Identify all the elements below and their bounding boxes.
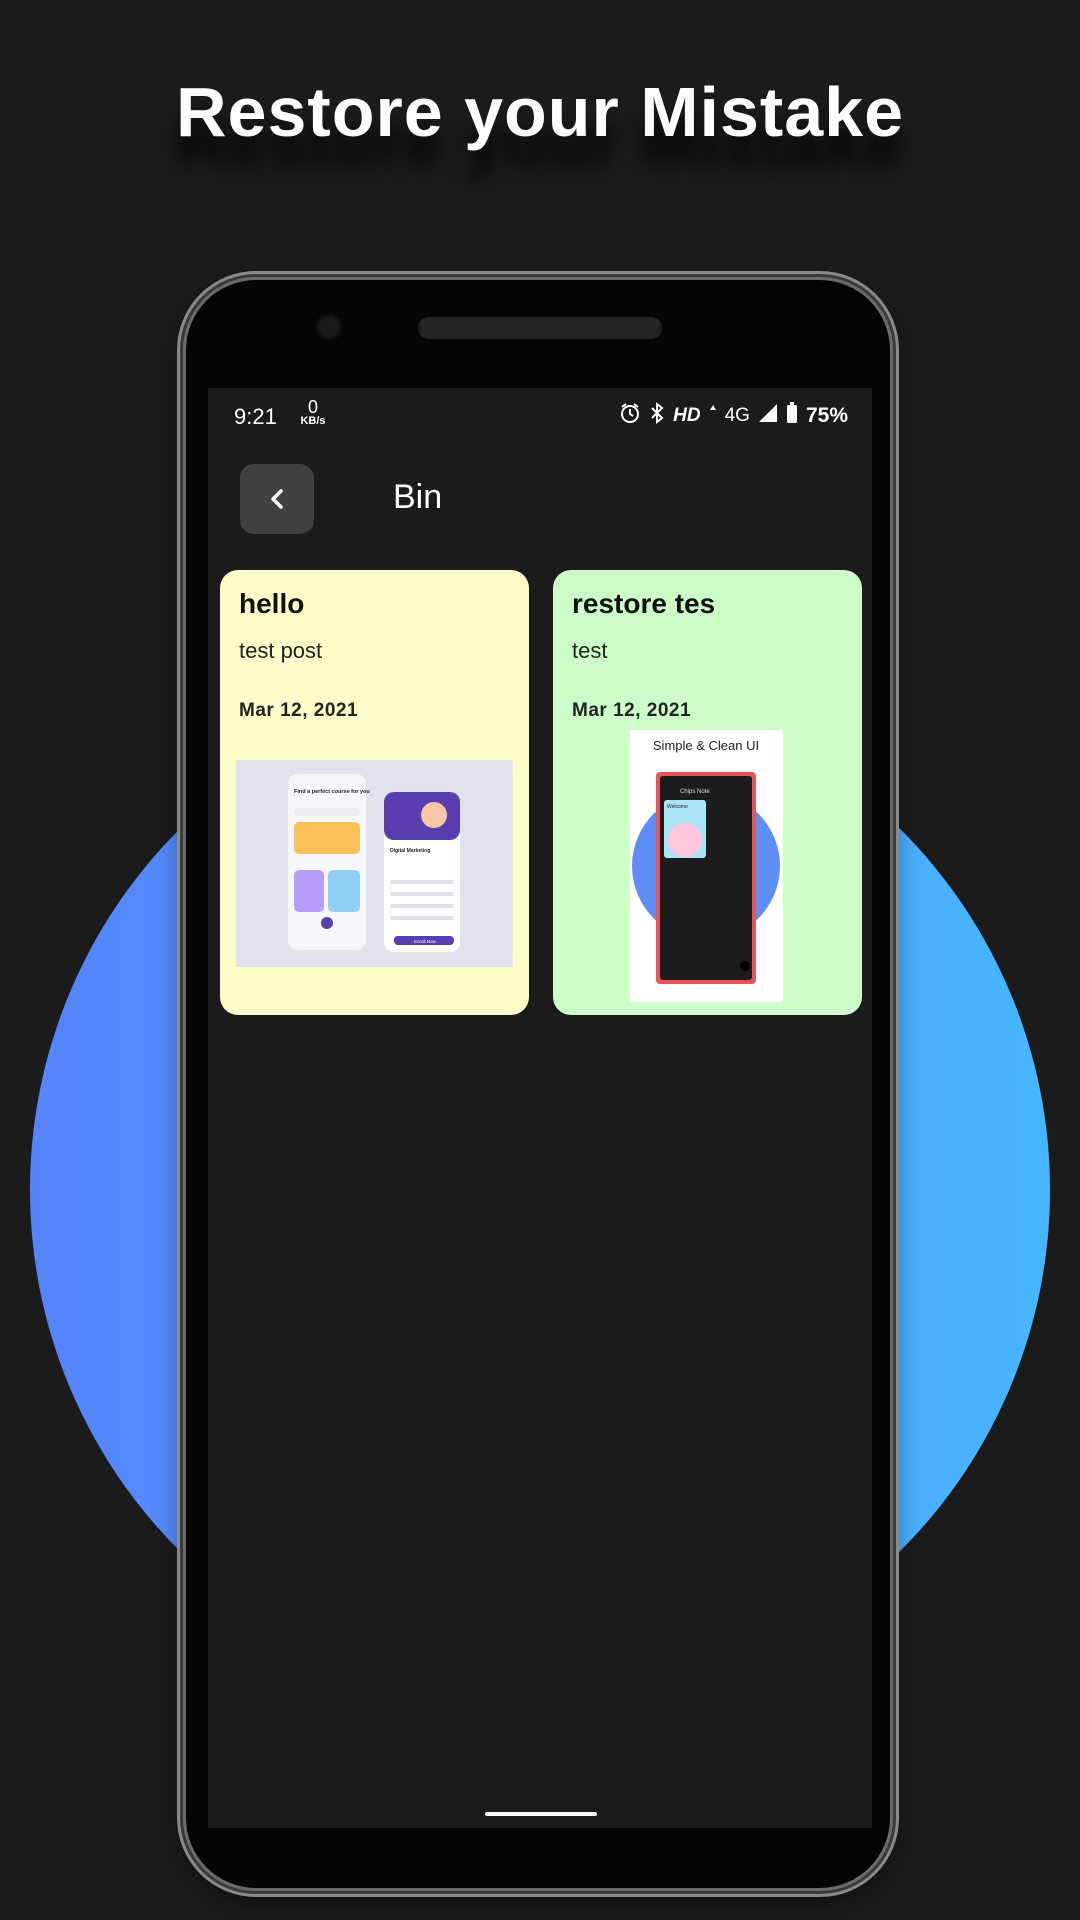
note-date: Mar 12, 2021 [572,700,692,721]
image-button: Enroll Now [414,939,437,944]
image-caption: Simple & Clean UI [653,738,759,753]
earpiece-speaker [418,317,662,339]
image-note-title: Welcome [667,804,688,810]
phone-screen: 9:21 0 KB/s HD 4G 75% Bin hello test pos… [208,388,872,1828]
note-title: hello [239,588,305,619]
note-card[interactable]: hello test post Mar 12, 2021 Find a perf… [220,570,529,1015]
data-arrows-icon [709,403,717,429]
network-type: 4G [724,405,750,426]
chevron-left-icon [271,489,283,509]
image-card-title: Digital Marketing [390,848,430,854]
status-bar: 9:21 0 KB/s HD 4G 75% [208,388,872,448]
note-body: test [572,638,608,663]
front-camera [316,314,342,340]
page-title: Bin [393,478,443,516]
signal-icon [758,403,778,429]
status-time: 9:21 [234,404,277,429]
network-speed: 0 KB/s [296,398,330,427]
back-button[interactable] [240,464,314,534]
home-indicator[interactable] [485,1812,597,1816]
network-speed-value: 0 [307,397,318,417]
phone-frame: 9:21 0 KB/s HD 4G 75% Bin hello test pos… [186,280,890,1888]
bluetooth-icon [649,401,665,430]
battery-percent: 75% [805,404,848,427]
battery-icon [786,402,798,430]
note-body: test post [239,638,323,663]
note-title: restore tes [572,588,716,619]
note-image: Find a perfect course for you Digital Ma… [236,760,513,967]
network-speed-unit: KB/s [300,415,326,427]
alarm-icon [619,402,641,430]
note-image: Simple & Clean UI Chips Note Welcome [630,730,783,1002]
hd-indicator: HD [673,405,701,426]
note-date: Mar 12, 2021 [239,700,359,721]
image-heading: Find a perfect course for you [294,789,370,795]
image-app-name: Chips Note [680,789,710,795]
note-card[interactable]: restore tes test Mar 12, 2021 Simple & C… [553,570,862,1015]
status-icons: HD 4G 75% [619,401,848,430]
headline: Restore your Mistake [175,73,905,151]
